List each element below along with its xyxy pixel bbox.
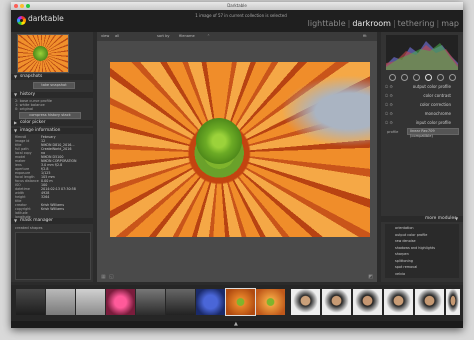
histogram-graph (386, 41, 458, 70)
correct-modules-tab-icon[interactable] (437, 74, 444, 81)
navigation-thumbnail[interactable] (17, 34, 69, 73)
bottom-strip: ▲ (11, 321, 463, 328)
more-modules-list: orientation output color profile raw denoi… (385, 224, 459, 278)
tone-modules-tab-icon[interactable] (413, 74, 420, 81)
module-output-color-profile[interactable]: ⏻ ⚙ output color profile (385, 84, 459, 90)
basic-modules-tab-icon[interactable] (401, 74, 408, 81)
filmstrip-thumb[interactable] (196, 289, 225, 315)
center-bottom-bar: ▦ ◱ ◩ (97, 274, 377, 282)
left-panel: ▼ snapshots take snapshot ▼ history 2: bas… (11, 32, 93, 282)
darktable-logo-icon (17, 16, 26, 25)
filmstrip-thumb[interactable] (256, 289, 285, 315)
more-module-item[interactable]: orientation (395, 226, 414, 230)
color-picker-header[interactable]: ▶ color picker (11, 120, 93, 126)
center-view: view all sort by filename ⌃ fit ▦ ◱ ◩ (97, 32, 377, 282)
view-tethering[interactable]: tethering (398, 19, 435, 28)
compress-history-button[interactable]: compress history stack (19, 112, 81, 119)
filmstrip-thumb[interactable] (291, 289, 320, 315)
filmstrip-thumb[interactable] (16, 289, 45, 315)
title-bar: Darktable (11, 2, 463, 10)
snapshots-header[interactable]: ▼ snapshots (11, 74, 93, 80)
selection-status: 1 image of 57 in current collection is s… (195, 13, 287, 18)
view-darkroom[interactable]: darkroom (352, 19, 391, 28)
module-power-icon[interactable]: ⏻ ⚙ (385, 93, 393, 99)
profile-dropdown[interactable]: linear Rec709 (compatible) (407, 128, 459, 138)
filmstrip (11, 285, 463, 321)
center-toolbar: view all sort by filename ⌃ fit (97, 32, 377, 41)
more-module-item[interactable]: shadows and highlights (395, 246, 435, 250)
filmstrip-thumb[interactable] (415, 289, 444, 315)
mask-list[interactable] (15, 232, 91, 280)
sort-label: sort by (157, 34, 170, 38)
filmstrip-thumb[interactable] (384, 289, 413, 315)
view-label: view (101, 34, 110, 38)
color-modules-tab-icon[interactable] (425, 74, 432, 81)
effect-modules-tab-icon[interactable] (449, 74, 456, 81)
info-value: 3264 (41, 195, 50, 199)
more-module-item[interactable]: output color profile (395, 233, 427, 237)
info-value: Krish Williams (41, 207, 65, 211)
filmstrip-thumb[interactable] (106, 289, 135, 315)
zoom-dropdown[interactable]: fit (363, 34, 367, 38)
view-map[interactable]: map (441, 19, 459, 28)
more-module-item[interactable]: splittoning (395, 259, 413, 263)
sort-order-icon[interactable]: ⌃ (207, 34, 210, 38)
history-item[interactable]: 0: original (15, 107, 33, 111)
more-module-item[interactable]: sharpen (395, 252, 409, 256)
filmstrip-thumb[interactable] (353, 289, 382, 315)
take-snapshot-button[interactable]: take snapshot (33, 82, 75, 89)
window-title: Darktable (227, 3, 247, 8)
overlay-icon[interactable]: ◱ (109, 274, 114, 280)
created-shapes-label: created shapes (15, 226, 43, 230)
softproof-icon[interactable]: ◩ (368, 274, 373, 280)
app-name: darktable (28, 14, 64, 23)
filmstrip-thumb[interactable] (446, 289, 460, 315)
filmstrip-thumb[interactable] (76, 289, 105, 315)
active-modules-tab-icon[interactable] (389, 74, 396, 81)
grid-icon[interactable]: ▦ (101, 274, 106, 280)
module-power-icon[interactable]: ⏻ ⚙ (385, 102, 393, 108)
view-dropdown[interactable]: all (115, 34, 119, 38)
more-modules-header[interactable]: more modules ▼ (381, 216, 463, 222)
module-color-contrast[interactable]: ⏻ ⚙ color contrast (385, 93, 459, 99)
more-module-item[interactable]: velvia (395, 272, 405, 276)
darktable-window: Darktable darktable 1 image of 57 in cur… (11, 2, 463, 328)
histogram[interactable] (386, 35, 458, 70)
module-input-color-profile[interactable]: ⏻ ⚙ input color profile (385, 120, 459, 126)
top-bar: darktable 1 image of 57 in current colle… (11, 10, 463, 32)
module-power-icon[interactable]: ⏻ ⚙ (385, 111, 393, 117)
mask-manager-header[interactable]: ▼ mask manager (11, 218, 93, 224)
right-panel: ⏻ ⚙ output color profile ⏻ ⚙ color contras… (381, 32, 463, 282)
module-power-icon[interactable]: ⏻ ⚙ (385, 120, 393, 126)
collapse-filmstrip-icon[interactable]: ▲ (234, 321, 238, 327)
filmstrip-thumb[interactable] (46, 289, 75, 315)
info-value: CreateWorld_2016 (41, 147, 72, 151)
filmstrip-thumb[interactable] (136, 289, 165, 315)
filmstrip-thumb-selected[interactable] (225, 288, 256, 316)
module-monochrome[interactable]: ⏻ ⚙ monochrome (385, 111, 459, 117)
more-module-item[interactable]: raw denoise (395, 239, 416, 243)
filmstrip-thumb[interactable] (166, 289, 195, 315)
history-header[interactable]: ▼ history (11, 92, 93, 98)
filmstrip-thumb[interactable] (322, 289, 351, 315)
profile-label: profile (387, 130, 399, 134)
more-module-item[interactable]: spot removal (395, 265, 417, 269)
main-image[interactable] (110, 62, 370, 237)
image-information-header[interactable]: ▼ image information (11, 128, 93, 134)
module-power-icon[interactable]: ⏻ ⚙ (385, 84, 393, 90)
sort-dropdown[interactable]: filename (179, 34, 195, 38)
view-lighttable[interactable]: lighttable (308, 19, 346, 28)
module-color-correction[interactable]: ⏻ ⚙ color correction (385, 102, 459, 108)
view-switcher: lighttable | darkroom | tethering | map (307, 19, 459, 28)
